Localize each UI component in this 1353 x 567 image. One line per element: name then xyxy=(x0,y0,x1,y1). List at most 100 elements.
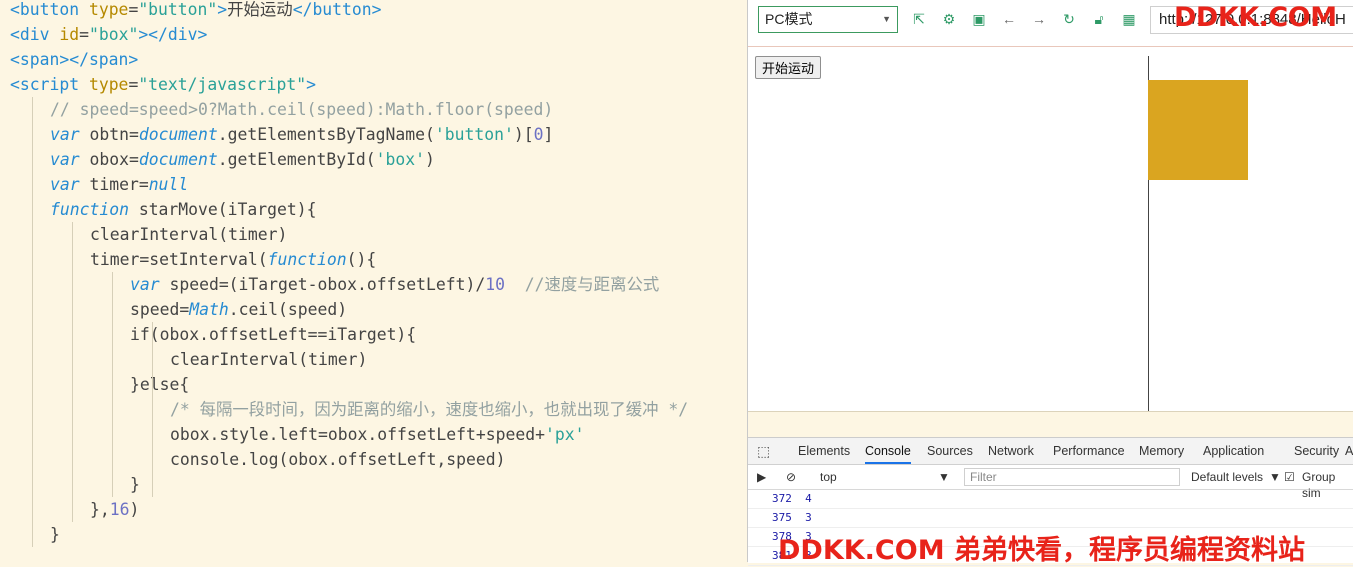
code-line: <span></span> xyxy=(10,47,138,72)
code-token: speed= xyxy=(130,300,190,319)
devtools-tab[interactable]: Memory xyxy=(1139,438,1184,464)
code-token: speed=(iTarget-obox.offsetLeft)/ xyxy=(159,275,486,294)
group-similar-checkbox[interactable]: ☑ xyxy=(1284,469,1295,485)
code-token: <button xyxy=(10,0,89,19)
code-token: //速度与距离公式 xyxy=(524,275,660,294)
code-token: Math xyxy=(189,300,229,319)
devtools-tab[interactable]: Application xyxy=(1203,438,1264,464)
code-token: 开始运动 xyxy=(227,0,293,19)
devtools-tabs: ⬚ Elements Console Sources Network Performan… xyxy=(748,438,1353,465)
console-toolbar: ▶︎ ⊘ top ▼ Filter Default levels ▼ ☑ Gro… xyxy=(748,465,1353,500)
code-token: var xyxy=(50,125,80,144)
code-token: }, xyxy=(90,500,110,519)
code-token: 10 xyxy=(485,275,506,294)
code-line: speed=Math.ceil(speed) xyxy=(130,297,347,322)
page-viewport: 开始运动 xyxy=(748,47,1353,411)
inspect-element-icon[interactable]: ⬚ xyxy=(757,443,770,460)
code-token: "box" xyxy=(88,25,139,44)
code-token: <script xyxy=(10,75,89,94)
qrcode-icon[interactable]: ▦ xyxy=(1120,10,1138,28)
devtools-resize-bar[interactable] xyxy=(748,411,1353,438)
devtools-tab[interactable]: Console xyxy=(865,438,911,464)
browser-panel: PC模式 ▼ ⇱ ⚙ ▣ ← → ↻ 🔓︎ ▦ http://127.0.0.1:… xyxy=(747,0,1353,566)
code-line: /* 每隔一段时间，因为距离的缩小，速度也缩小，也就出现了缓冲 */ xyxy=(170,397,688,422)
code-token: function xyxy=(267,250,347,269)
devtools-tab[interactable]: Sources xyxy=(927,438,973,464)
code-token: obox.style.left=obox.offsetLeft+speed+ xyxy=(170,425,545,444)
context-selector[interactable]: top xyxy=(820,469,837,485)
open-external-icon[interactable]: ⇱ xyxy=(910,10,928,28)
code-token: obtn= xyxy=(79,125,139,144)
code-line: timer=setInterval(function(){ xyxy=(90,247,376,272)
code-token: ) xyxy=(425,150,435,169)
chevron-down-icon[interactable]: ▼ xyxy=(938,469,950,485)
lock-icon[interactable]: 🔓︎ xyxy=(1090,10,1108,28)
code-token: = xyxy=(79,25,89,44)
chevron-down-icon: ▼ xyxy=(882,14,891,24)
code-token: clearInterval(timer) xyxy=(170,350,368,369)
code-token: document xyxy=(138,150,218,169)
code-token: 0 xyxy=(533,125,544,144)
devtools-tab[interactable]: Security xyxy=(1294,438,1339,464)
code-token: type xyxy=(88,0,129,19)
moving-box xyxy=(1148,80,1248,180)
sidebar-toggle-icon[interactable]: ▶︎ xyxy=(757,469,766,485)
code-line: clearInterval(timer) xyxy=(170,347,367,372)
code-line: <script type="text/javascript"> xyxy=(10,72,316,97)
devtools-tab[interactable]: Performance xyxy=(1053,438,1125,464)
code-line: function starMove(iTarget){ xyxy=(50,197,316,222)
forward-icon[interactable]: → xyxy=(1030,10,1048,28)
code-line: var timer=null xyxy=(50,172,188,197)
devtools-tab[interactable]: Elements xyxy=(798,438,850,464)
code-token: var xyxy=(50,175,80,194)
code-token: 16 xyxy=(109,500,130,519)
indent-guide xyxy=(32,97,33,547)
devtools-tab[interactable]: A xyxy=(1345,438,1353,464)
code-line: console.log(obox.offsetLeft,speed) xyxy=(170,447,506,472)
console-filter-input[interactable]: Filter xyxy=(964,468,1180,486)
code-token: id xyxy=(59,25,80,44)
code-token: starMove(iTarget){ xyxy=(128,200,317,219)
code-line: var obtn=document.getElementsByTagName('… xyxy=(50,122,553,147)
code-token: } xyxy=(50,525,60,544)
code-line: <div id="box"></div> xyxy=(10,22,207,47)
indent-guide xyxy=(112,272,113,497)
start-motion-button[interactable]: 开始运动 xyxy=(755,56,822,79)
back-icon[interactable]: ← xyxy=(1000,10,1018,28)
code-token: > xyxy=(306,75,316,94)
code-line: obox.style.left=obox.offsetLeft+speed+'p… xyxy=(170,422,584,447)
code-token: clearInterval(timer) xyxy=(90,225,288,244)
mode-select-value: PC模式 xyxy=(765,11,813,27)
watermark-top: DDKK.COM xyxy=(1174,2,1337,33)
code-line: },16) xyxy=(90,497,139,522)
code-line: <button type="button">开始运动</button> xyxy=(10,0,382,22)
clear-console-icon[interactable]: ⊘ xyxy=(786,469,796,485)
code-token: </button> xyxy=(292,0,382,19)
code-token: = xyxy=(128,75,139,94)
code-line: } xyxy=(50,522,60,547)
terminal-icon[interactable]: ▣ xyxy=(970,10,988,28)
code-token: if(obox.offsetLeft==iTarget){ xyxy=(130,325,417,344)
code-line: var speed=(iTarget-obox.offsetLeft)/10 /… xyxy=(130,272,659,297)
devtools-tab[interactable]: Network xyxy=(988,438,1034,464)
code-token: 'box' xyxy=(375,150,426,169)
chevron-down-icon[interactable]: ▼ xyxy=(1269,469,1281,485)
code-token: obox= xyxy=(79,150,139,169)
watermark-bottom: DDKK.COM 弟弟快看，程序员编程资料站 xyxy=(778,535,1305,566)
code-token: var xyxy=(130,275,160,294)
code-token: 'button' xyxy=(434,125,514,144)
code-line: clearInterval(timer) xyxy=(90,222,287,247)
code-token: ></div> xyxy=(138,25,208,44)
code-token: var xyxy=(50,150,80,169)
code-editor[interactable]: <button type="button">开始运动</button> <div … xyxy=(0,0,747,562)
mode-select[interactable]: PC模式 ▼ xyxy=(758,6,898,33)
code-token: "button" xyxy=(138,0,218,19)
code-token: ] xyxy=(543,125,554,144)
code-token: type xyxy=(88,75,129,94)
levels-dropdown[interactable]: Default levels xyxy=(1191,469,1263,485)
refresh-icon[interactable]: ↻ xyxy=(1060,10,1078,28)
gear-icon[interactable]: ⚙ xyxy=(940,10,958,28)
code-line: }else{ xyxy=(130,372,189,397)
code-token: }else{ xyxy=(130,375,190,394)
